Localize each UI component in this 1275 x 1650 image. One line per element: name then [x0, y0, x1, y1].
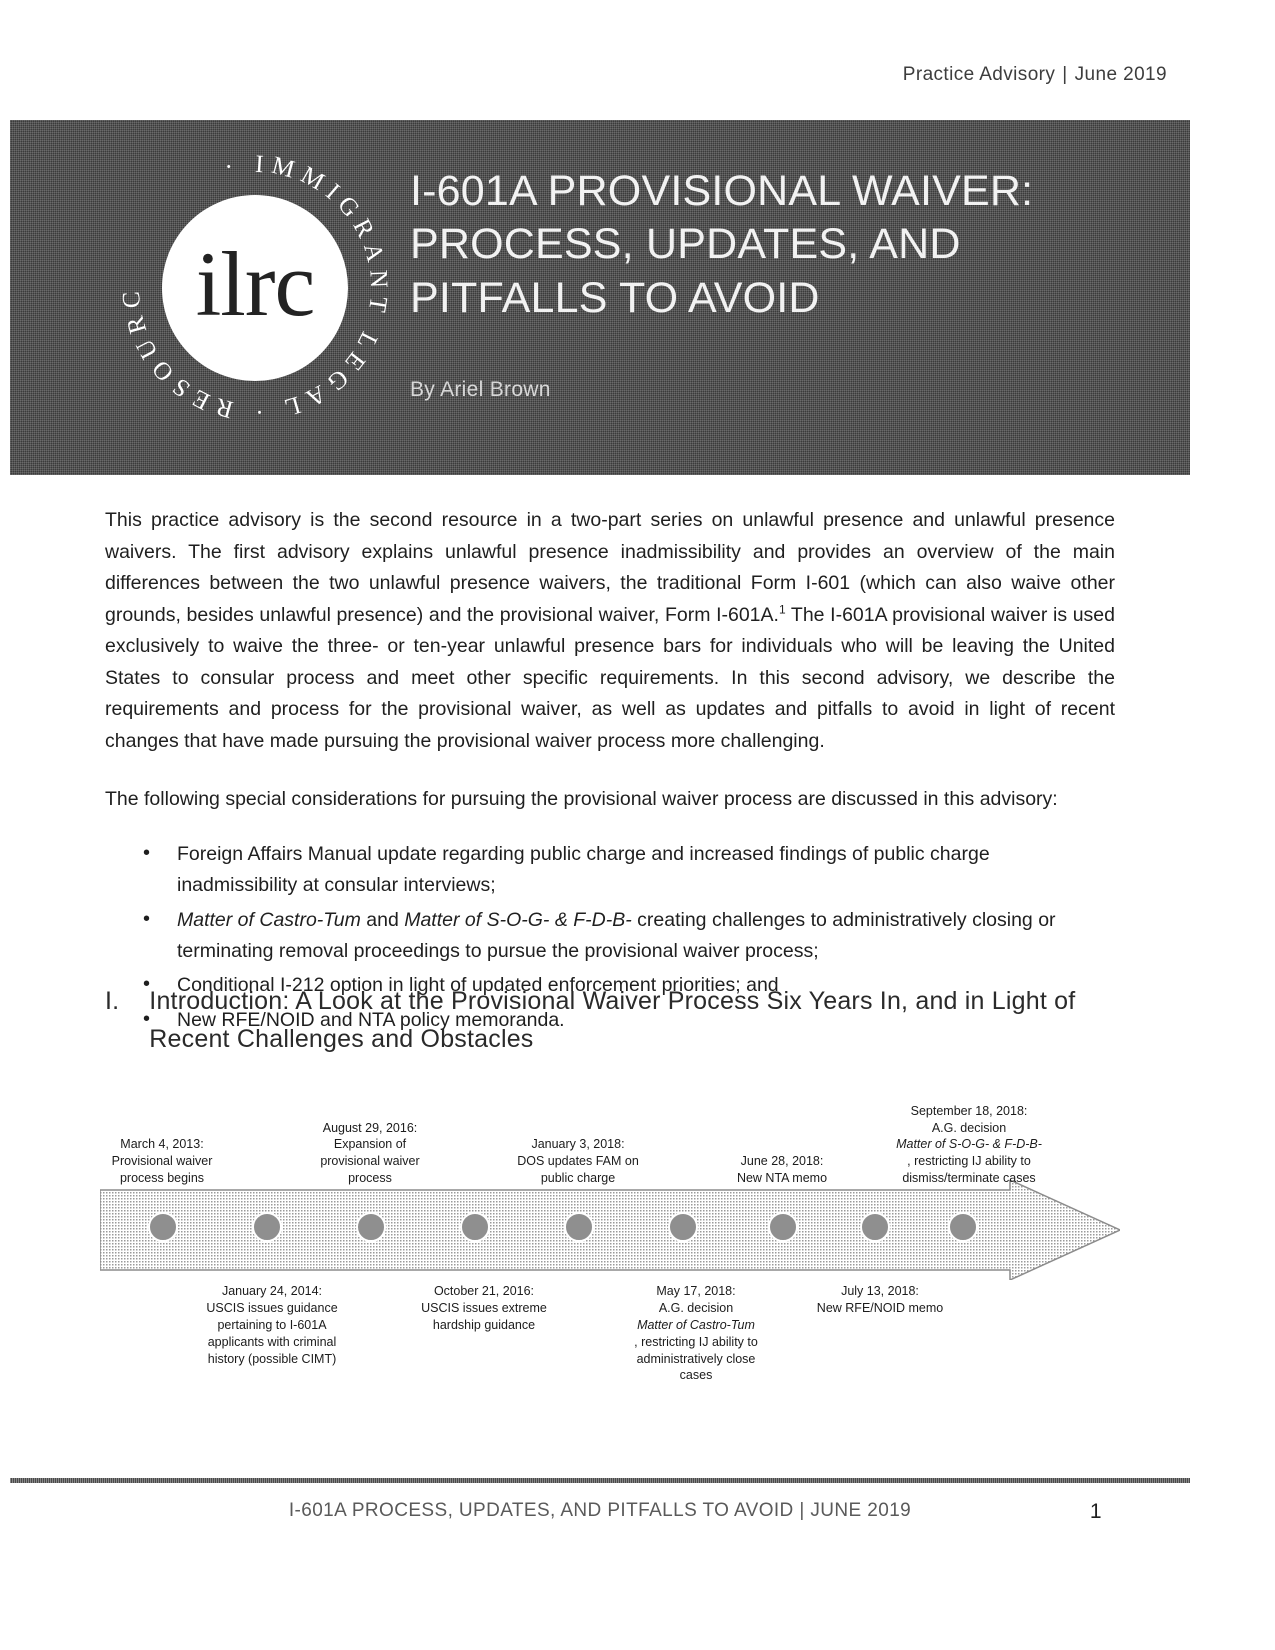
list-item: Matter of Castro-Tum and Matter of S-O-G… — [105, 904, 1115, 967]
timeline-event-label: May 17, 2018: A.G. decision Matter of Ca… — [630, 1283, 762, 1384]
timeline-node — [948, 1212, 978, 1242]
footer-text: I-601A PROCESS, UPDATES, AND PITFALLS TO… — [288, 1500, 912, 1521]
list-item-text: Foreign Affairs Manual update regarding … — [177, 843, 990, 896]
timeline-event-date: September 18, 2018: — [910, 1103, 1028, 1118]
list-item: Foreign Affairs Manual update regarding … — [105, 838, 1115, 901]
timeline-event-date: January 24, 2014: — [221, 1284, 323, 1298]
timeline-event-description-tail: , restricting IJ ability to administrati… — [634, 1334, 758, 1383]
document-title: I-601A PROVISIONAL WAIVER: PROCESS, UPDA… — [410, 167, 1034, 322]
case-citation-castro-tum: Matter of Castro-Tum — [177, 908, 361, 931]
timeline-node — [356, 1212, 386, 1242]
running-head: Practice Advisory | June 2019 — [903, 64, 1167, 86]
timeline-event-label: October 21, 2016: USCIS issues extreme h… — [418, 1283, 550, 1334]
document-body: This practice advisory is the second res… — [105, 505, 1115, 1040]
timeline-node — [860, 1212, 890, 1242]
intro-paragraph: This practice advisory is the second res… — [105, 505, 1115, 758]
logo-disc: ilrc — [162, 195, 348, 381]
timeline-event-description: Expansion of provisional waiver process — [320, 1137, 420, 1186]
timeline-event-description-tail: , restricting IJ ability to dismiss/term… — [902, 1154, 1036, 1186]
document-byline: By Ariel Brown — [410, 378, 551, 401]
list-item-joiner: and — [360, 908, 405, 931]
timeline-event-description: DOS updates FAM on public charge — [517, 1154, 639, 1186]
section-numeral: I. — [105, 987, 120, 1015]
timeline-event-description: Provisional waiver process begins — [111, 1154, 213, 1186]
logo-wordmark: ilrc — [195, 233, 316, 335]
masthead-banner: · IMMIGRANT LEGAL · RESOURCE CENTER ilrc… — [10, 120, 1190, 475]
timeline-event-description: USCIS issues guidance pertaining to I-60… — [206, 1300, 338, 1366]
footnote-marker[interactable]: 1 — [779, 602, 786, 616]
timeline-event-description: A.G. decision — [658, 1300, 734, 1315]
timeline-event-label: June 28, 2018: New NTA memo — [716, 1153, 848, 1187]
section-heading: I. Introduction: A Look at the Provision… — [105, 982, 1115, 1058]
timeline-event-date: May 17, 2018: — [656, 1284, 736, 1298]
footer-divider — [10, 1478, 1190, 1483]
timeline-node — [564, 1212, 594, 1242]
timeline-event-date: July 13, 2018: — [841, 1284, 919, 1298]
timeline-graphic: March 4, 2013: Provisional waiver proces… — [100, 1085, 1120, 1405]
case-citation-sog-fdb: Matter of S-O-G- & F-D-B- — [404, 908, 632, 931]
timeline-node — [460, 1212, 490, 1242]
timeline-event-label: January 3, 2018: DOS updates FAM on publ… — [512, 1136, 644, 1187]
timeline-event-citation: Matter of S-O-G- & F-D-B- — [896, 1137, 1042, 1152]
timeline-event-date: January 3, 2018: — [531, 1137, 625, 1152]
timeline-event-date: March 4, 2013: — [120, 1137, 204, 1152]
ilrc-logo: · IMMIGRANT LEGAL · RESOURCE CENTER ilrc — [115, 148, 395, 428]
running-head-date: June 2019 — [1074, 64, 1167, 85]
timeline-event-description: New RFE/NOID memo — [816, 1300, 944, 1315]
timeline-event-label: January 24, 2014: USCIS issues guidance … — [206, 1283, 338, 1367]
timeline-node — [668, 1212, 698, 1242]
timeline-node — [768, 1212, 798, 1242]
timeline-event-date: June 28, 2018: — [740, 1154, 824, 1169]
timeline-event-date: October 21, 2016: — [433, 1284, 535, 1298]
timeline-event-description: New NTA memo — [736, 1171, 828, 1186]
timeline-node — [252, 1212, 282, 1242]
running-head-label: Practice Advisory — [902, 64, 1056, 85]
timeline-event-description: USCIS issues extreme hardship guidance — [421, 1300, 547, 1332]
running-head-separator: | — [1062, 64, 1068, 85]
timeline-node — [148, 1212, 178, 1242]
timeline-event-label: March 4, 2013: Provisional waiver proces… — [96, 1136, 228, 1187]
timeline-event-label: August 29, 2016: Expansion of provisiona… — [304, 1120, 436, 1188]
section-heading-text: Introduction: A Look at the Provisional … — [149, 987, 1076, 1053]
timeline-event-label: July 13, 2018: New RFE/NOID memo — [814, 1283, 946, 1317]
page-number: 1 — [1089, 1500, 1102, 1523]
timeline-event-date: August 29, 2016: — [322, 1120, 418, 1135]
lead-in-paragraph: The following special considerations for… — [105, 787, 1058, 810]
timeline-event-label: September 18, 2018: A.G. decision Matter… — [896, 1103, 1042, 1187]
page-footer: I-601A PROCESS, UPDATES, AND PITFALLS TO… — [10, 1500, 1190, 1523]
timeline-event-citation: Matter of Castro-Tum — [637, 1317, 755, 1332]
timeline-event-description: A.G. decision — [931, 1120, 1007, 1135]
